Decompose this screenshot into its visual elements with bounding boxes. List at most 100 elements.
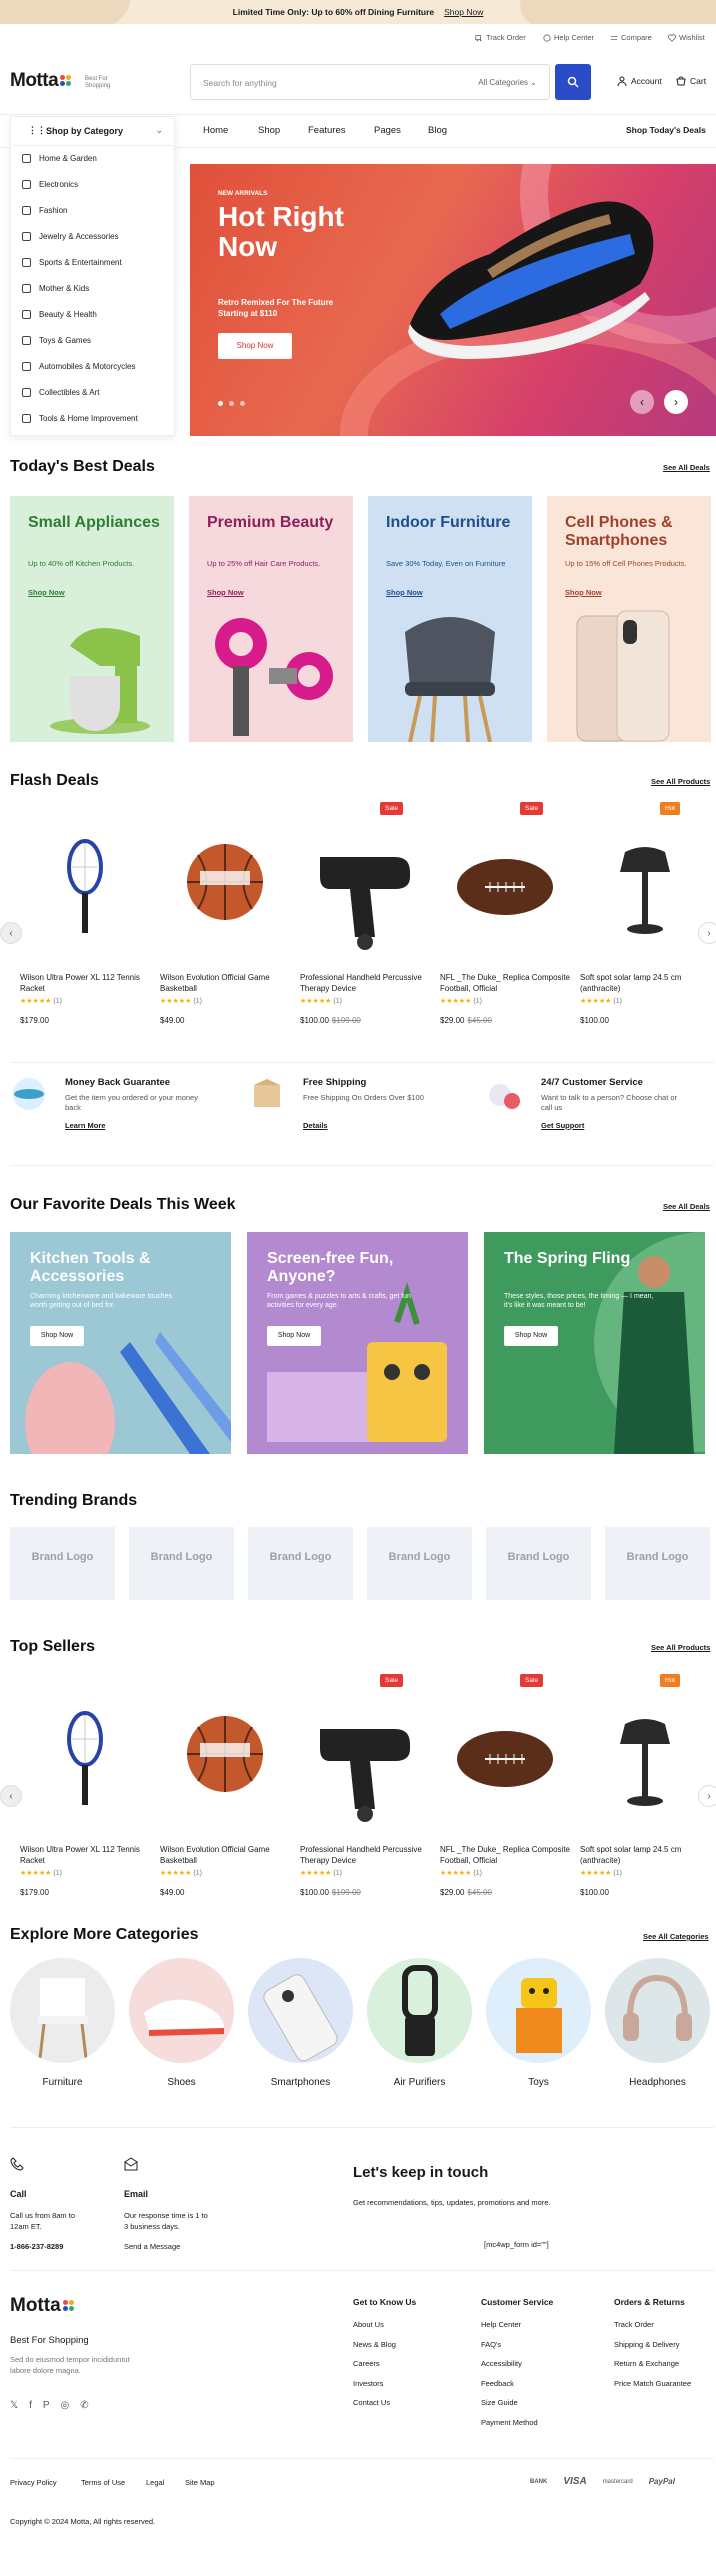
product-image[interactable] — [580, 827, 710, 957]
product-card-massage-gun[interactable]: Sale Professional Handheld Percussive The… — [300, 1674, 430, 1899]
deal-card-shop-link[interactable]: Shop Now — [207, 588, 244, 597]
brand-logo[interactable]: Brand Logo — [129, 1527, 234, 1600]
favorite-deal-card-3[interactable]: The Spring Fling These styles, those pric… — [484, 1232, 705, 1454]
brand-logo[interactable]: Brand Logo — [10, 1527, 115, 1600]
product-name[interactable]: Wilson Evolution Official Game Basketbal… — [160, 972, 290, 994]
privacy-policy-link[interactable]: Privacy Policy — [10, 2478, 57, 2487]
deal-card-shop-link[interactable]: Shop Now — [565, 588, 602, 597]
hero-shop-now-button[interactable]: Shop Now — [218, 333, 292, 359]
product-card-massage-gun[interactable]: Sale Professional Handheld Percussive The… — [300, 802, 430, 1027]
hero-next-button[interactable]: › — [664, 390, 688, 414]
explore-category-image[interactable] — [129, 1958, 234, 2063]
promo-shop-now-link[interactable]: Shop Now — [444, 7, 483, 17]
deal-card-shop-link[interactable]: Shop Now — [28, 588, 65, 597]
track-order-link[interactable]: Track Order — [475, 33, 526, 42]
deal-card-3[interactable]: Indoor Furniture Save 30% Today, Even on … — [368, 496, 532, 742]
explore-category-image[interactable] — [367, 1958, 472, 2063]
product-name[interactable]: Professional Handheld Percussive Therapy… — [300, 1844, 430, 1866]
instagram-icon[interactable]: ◎ — [61, 2400, 70, 2411]
carousel-next-button[interactable]: › — [698, 1785, 716, 1807]
hero-dot-3[interactable] — [240, 401, 245, 406]
footer-link[interactable]: Accessibility — [481, 2359, 522, 2368]
product-name[interactable]: Professional Handheld Percussive Therapy… — [300, 972, 430, 994]
footer-link[interactable]: Contact Us — [353, 2398, 390, 2407]
brand-logo[interactable]: Brand Logo — [605, 1527, 710, 1600]
footer-link[interactable]: Price Match Guarantee — [614, 2379, 691, 2388]
fav-see-all-deals-link[interactable]: See All Deals — [663, 1202, 710, 1211]
product-card-solar-lamp[interactable]: Hot Soft spot solar lamp 24.5 cm (anthrac… — [580, 802, 710, 1027]
product-card-tennis-racket[interactable]: Wilson Ultra Power XL 112 Tennis Racket ★… — [20, 1684, 150, 1899]
footer-link[interactable]: Investors — [353, 2379, 383, 2388]
pinterest-icon[interactable]: P — [43, 2400, 50, 2411]
category-item-sports[interactable]: Sports & Entertainment — [22, 258, 122, 267]
explore-category-image[interactable] — [248, 1958, 353, 2063]
legal-link[interactable]: Legal — [146, 2478, 164, 2487]
explore-category-label[interactable]: Headphones — [605, 2077, 710, 2088]
product-card-basketball[interactable]: Wilson Evolution Official Game Basketbal… — [160, 1684, 290, 1899]
product-image[interactable] — [300, 827, 430, 957]
terms-link[interactable]: Terms of Use — [81, 2478, 125, 2487]
footer-link[interactable]: FAQ's — [481, 2340, 501, 2349]
product-name[interactable]: Soft spot solar lamp 24.5 cm (anthracite… — [580, 972, 710, 994]
footer-link[interactable]: Return & Exchange — [614, 2359, 679, 2368]
see-all-categories-link[interactable]: See All Categories — [643, 1932, 709, 1941]
wishlist-link[interactable]: Wishlist — [668, 33, 705, 42]
explore-category-label[interactable]: Shoes — [129, 2077, 234, 2088]
product-name[interactable]: NFL _The Duke_ Replica Composite Footbal… — [440, 972, 570, 994]
category-item-tools[interactable]: Tools & Home Improvement — [22, 414, 138, 423]
nav-todays-deals[interactable]: Shop Today's Deals — [626, 125, 706, 135]
compare-link[interactable]: Compare — [610, 33, 652, 42]
cart-link[interactable]: Cart — [676, 76, 706, 86]
category-item-beauty[interactable]: Beauty & Health — [22, 310, 97, 319]
product-card-tennis-racket[interactable]: Wilson Ultra Power XL 112 Tennis Racket ★… — [20, 812, 150, 1027]
carousel-prev-button[interactable]: ‹ — [0, 1785, 22, 1807]
nav-home[interactable]: Home — [203, 125, 228, 136]
footer-link[interactable]: Feedback — [481, 2379, 514, 2388]
category-item-home-garden[interactable]: Home & Garden — [22, 154, 97, 163]
search-button[interactable] — [555, 64, 591, 100]
carousel-next-button[interactable]: › — [698, 922, 716, 944]
product-name[interactable]: Soft spot solar lamp 24.5 cm (anthracite… — [580, 1844, 710, 1866]
facebook-icon[interactable]: f — [29, 2400, 32, 2411]
see-all-deals-link[interactable]: See All Deals — [663, 463, 710, 472]
favorite-deal-card-2[interactable]: Screen-free Fun, Anyone? From games & puz… — [247, 1232, 468, 1454]
see-all-products-link[interactable]: See All Products — [651, 777, 710, 786]
product-image[interactable] — [440, 827, 570, 957]
feature-link[interactable]: Learn More — [65, 1121, 105, 1130]
footer-link[interactable]: About Us — [353, 2320, 384, 2329]
help-center-link[interactable]: Help Center — [543, 33, 594, 42]
favorite-shop-now-button[interactable]: Shop Now — [267, 1326, 321, 1346]
deal-card-4[interactable]: Cell Phones & Smartphones Up to 15% off C… — [547, 496, 711, 742]
product-name[interactable]: Wilson Ultra Power XL 112 Tennis Racket — [20, 1844, 150, 1866]
category-item-fashion[interactable]: Fashion — [22, 206, 67, 215]
hero-dot-2[interactable] — [229, 401, 234, 406]
deal-card-2[interactable]: Premium Beauty Up to 25% off Hair Care Pr… — [189, 496, 353, 742]
explore-category-image[interactable] — [605, 1958, 710, 2063]
nav-pages[interactable]: Pages — [374, 125, 401, 136]
product-image[interactable] — [160, 1699, 290, 1829]
product-card-football[interactable]: Sale NFL _The Duke_ Replica Composite Foo… — [440, 1674, 570, 1899]
deal-card-shop-link[interactable]: Shop Now — [386, 588, 423, 597]
site-map-link[interactable]: Site Map — [185, 2478, 215, 2487]
product-image[interactable] — [440, 1699, 570, 1829]
favorite-shop-now-button[interactable]: Shop Now — [30, 1326, 84, 1346]
footer-link[interactable]: Payment Method — [481, 2418, 538, 2427]
shop-by-category-button[interactable]: Shop by Category ⋮⋮ ⌄ — [10, 116, 175, 146]
footer-link[interactable]: Shipping & Delivery — [614, 2340, 679, 2349]
feature-link[interactable]: Details — [303, 1121, 328, 1130]
whatsapp-icon[interactable]: ✆ — [80, 2400, 88, 2411]
product-image[interactable] — [20, 1699, 150, 1829]
explore-category-label[interactable]: Toys — [486, 2077, 591, 2088]
site-logo[interactable]: Motta — [10, 70, 72, 92]
explore-category-label[interactable]: Furniture — [10, 2077, 115, 2088]
category-item-electronics[interactable]: Electronics — [22, 180, 78, 189]
category-item-collectibles[interactable]: Collectibles & Art — [22, 388, 99, 397]
brand-logo[interactable]: Brand Logo — [248, 1527, 353, 1600]
footer-logo[interactable]: Motta — [10, 2295, 74, 2317]
deal-card-1[interactable]: Small Appliances Up to 40% off Kitchen Pr… — [10, 496, 174, 742]
feature-link[interactable]: Get Support — [541, 1121, 584, 1130]
favorite-deal-card-1[interactable]: Kitchen Tools & Accessories Charming kitc… — [10, 1232, 231, 1454]
product-image[interactable] — [20, 827, 150, 957]
account-link[interactable]: Account — [617, 76, 662, 86]
brand-logo[interactable]: Brand Logo — [486, 1527, 591, 1600]
